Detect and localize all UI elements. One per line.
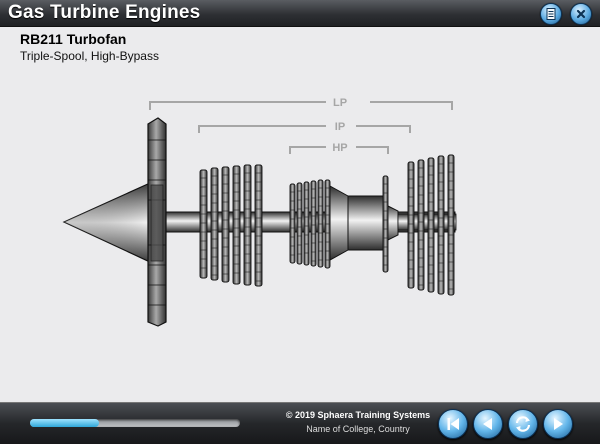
turbine-shaft — [397, 213, 457, 231]
ip-spool-bracket — [198, 125, 411, 133]
back-button[interactable] — [473, 409, 503, 439]
lp-turbine-disc — [407, 161, 415, 289]
lp-spool-label: LP — [333, 97, 347, 109]
hp-spool-label: HP — [332, 142, 347, 154]
play-left-icon — [483, 418, 492, 430]
play-right-icon — [554, 418, 563, 430]
hp-compressor-disc — [303, 181, 310, 266]
hp-compressor-disc — [324, 179, 331, 269]
combustor-cone — [329, 185, 349, 261]
skip-back-icon — [447, 418, 459, 430]
replay-button[interactable] — [508, 409, 538, 439]
ip-compressor-disc — [221, 166, 230, 283]
lp-spool-bracket — [149, 101, 453, 110]
hp-compressor-disc — [310, 180, 317, 267]
lp-turbine-disc — [427, 157, 435, 293]
hp-compressor-disc — [289, 183, 296, 264]
college-name: Name of College, Country — [306, 424, 410, 434]
lp-turbine-disc — [447, 154, 455, 296]
engine-diagram: LP IP HP — [62, 97, 457, 327]
nose-cone — [62, 182, 151, 263]
footer-bar: © 2019 Sphaera Training Systems Name of … — [0, 402, 600, 444]
fan-stage — [147, 117, 167, 327]
ip-compressor-disc — [232, 165, 241, 285]
lp-turbine-disc — [437, 155, 445, 295]
hp-turbine-disc — [382, 175, 389, 273]
ip-compressor-disc — [254, 164, 263, 287]
copyright-text: © 2019 Sphaera Training Systems — [285, 410, 431, 420]
replay-icon — [515, 416, 531, 432]
lp-turbine-disc — [417, 159, 425, 291]
hp-compressor-disc — [296, 182, 303, 265]
hp-compressor-disc — [317, 179, 324, 268]
hp-casing — [347, 195, 385, 251]
ip-spool-label: IP — [335, 121, 345, 133]
progress-fill — [30, 419, 100, 427]
next-button[interactable] — [543, 409, 573, 439]
app-window: Gas Turbine Engines RB211 Turbofan Tripl… — [0, 0, 600, 444]
ip-compressor-disc — [243, 164, 252, 286]
ip-compressor-disc — [199, 169, 208, 279]
restart-button[interactable] — [438, 409, 468, 439]
progress-bar[interactable] — [30, 419, 240, 427]
ip-compressor-disc — [210, 167, 219, 281]
